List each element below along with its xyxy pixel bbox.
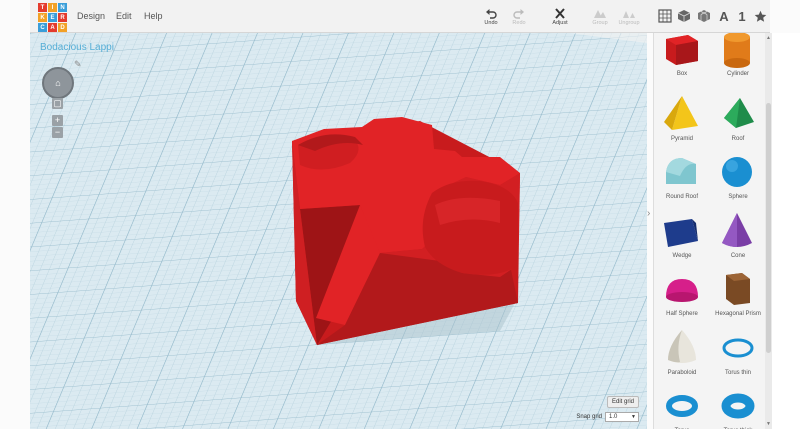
logo-letter: R: [58, 13, 67, 22]
shape-tile[interactable]: Half Sphere: [654, 267, 710, 326]
shape-label: Round Roof: [665, 194, 699, 200]
undo-label: Undo: [484, 20, 498, 26]
logo-letter: A: [48, 23, 57, 32]
page-margin: [772, 33, 800, 429]
ungroup-button[interactable]: Ungroup: [612, 8, 646, 26]
logo-letter: D: [58, 23, 67, 32]
redo-button[interactable]: Redo: [502, 8, 536, 26]
ungroup-label: Ungroup: [618, 20, 640, 26]
round-roof-icon: [666, 158, 696, 184]
shapes-scrollbar[interactable]: ▲ ▼: [765, 33, 772, 429]
shape-label: Box: [676, 71, 688, 77]
shape-label: Paraboloid: [667, 369, 697, 376]
menu-help[interactable]: Help: [144, 11, 163, 21]
adjust-icon: [555, 8, 565, 19]
adjust-button[interactable]: Adjust: [543, 8, 577, 26]
logo-letter: N: [58, 3, 67, 12]
logo-letter: E: [48, 13, 57, 22]
adjust-label: Adjust: [552, 20, 568, 26]
shape-label: Cylinder: [726, 71, 749, 77]
snap-grid-select[interactable]: 1.0: [605, 412, 639, 422]
half-sphere-icon: [666, 279, 698, 302]
star-icon: [754, 10, 766, 22]
edit-title-icon[interactable]: ✎: [74, 59, 82, 70]
grid-view-icon: [658, 9, 672, 23]
page-bottom: [0, 429, 800, 433]
shape-label: Cone: [730, 252, 746, 259]
logo-letter: T: [38, 3, 47, 12]
shape-label: Half Sphere: [666, 311, 698, 317]
shapes-grid: Box Cylinder Pyramid Roof Round Roof Sphere We…: [654, 33, 765, 429]
edit-grid-button[interactable]: Edit grid: [606, 396, 639, 408]
shape-tile[interactable]: Torus thick: [710, 384, 765, 429]
home-icon[interactable]: ⌂: [53, 78, 63, 88]
zoom-out-button[interactable]: −: [52, 127, 63, 138]
shape-label: Hexagonal Prism: [715, 311, 761, 317]
cylinder-icon: [724, 33, 750, 68]
shape-label: Torus thin: [724, 369, 751, 376]
wedge-icon: [664, 218, 698, 247]
number-tool-button[interactable]: 1: [734, 8, 750, 24]
favorites-button[interactable]: [752, 8, 768, 24]
group-icon: [594, 10, 606, 18]
view-perspective-button[interactable]: [696, 8, 712, 24]
shape-tile[interactable]: Box: [654, 33, 710, 92]
logo-letter: K: [38, 13, 47, 22]
snap-grid-label: Snap grid: [576, 414, 602, 420]
shape-label: Sphere: [728, 194, 748, 200]
box-icon: [666, 35, 698, 65]
shape-tile[interactable]: Roof: [710, 92, 765, 151]
top-toolbar: TINKERCAD Design Edit Help Undo Redo Adj…: [30, 0, 770, 33]
torus-icon: [666, 395, 698, 417]
menu-edit[interactable]: Edit: [116, 11, 132, 21]
paraboloid-icon: [668, 329, 696, 363]
snap-grid-control: Snap grid 1.0: [576, 412, 639, 422]
menu-design[interactable]: Design: [77, 11, 105, 21]
ungroup-icon: [623, 11, 635, 18]
redo-icon: [513, 9, 524, 19]
tinkercad-app: TINKERCAD Design Edit Help Undo Redo Adj…: [0, 0, 800, 433]
scroll-down-icon[interactable]: ▼: [765, 421, 772, 427]
cone-icon: [722, 212, 752, 247]
sphere-icon: [722, 157, 752, 187]
shape-tile[interactable]: Wedge: [654, 209, 710, 268]
torus-thick-icon: [721, 393, 755, 419]
red-3d-object[interactable]: [30, 33, 647, 429]
zoom-in-button[interactable]: +: [52, 115, 63, 126]
torus-thin-icon: [722, 338, 754, 357]
logo-letter: C: [38, 23, 47, 32]
shape-tile[interactable]: Cone: [710, 209, 765, 268]
text-tool-button[interactable]: A: [716, 8, 732, 24]
scrollbar-thumb[interactable]: [766, 103, 771, 353]
tinkercad-logo[interactable]: TIN KER CAD: [38, 3, 67, 32]
view-box-button[interactable]: [676, 8, 692, 24]
3d-workplane[interactable]: Bodacious Lappi ✎ ⌂ ▢ + − Edit grid Snap…: [30, 33, 647, 429]
roof-icon: [724, 97, 754, 128]
shape-tile[interactable]: Hexagonal Prism: [710, 267, 765, 326]
hexagonal-prism-icon: [726, 273, 750, 305]
view-orbit-control[interactable]: ⌂: [42, 67, 74, 99]
shape-tile[interactable]: Paraboloid: [654, 326, 710, 385]
box-view-icon: [677, 10, 691, 22]
undo-icon: [486, 9, 497, 19]
logo-letter: I: [48, 3, 57, 12]
perspective-view-icon: [698, 10, 710, 22]
group-label: Group: [592, 20, 608, 26]
shape-label: Roof: [731, 135, 745, 142]
shape-tile[interactable]: Round Roof: [654, 150, 710, 209]
shapes-panel: Box Cylinder Pyramid Roof Round Roof Sphere We…: [653, 33, 765, 429]
design-title[interactable]: Bodacious Lappi: [40, 42, 114, 53]
shape-tile[interactable]: Torus: [654, 384, 710, 429]
redo-label: Redo: [512, 20, 526, 26]
shape-tile[interactable]: Pyramid: [654, 92, 710, 151]
fit-view-button[interactable]: ▢: [52, 98, 63, 109]
shape-tile[interactable]: Sphere: [710, 150, 765, 209]
scroll-up-icon[interactable]: ▲: [765, 35, 772, 41]
shape-tile[interactable]: Cylinder: [710, 33, 765, 92]
shape-label: Pyramid: [670, 135, 693, 142]
shape-label: Wedge: [672, 252, 692, 259]
shape-tile[interactable]: Torus thin: [710, 326, 765, 385]
view-workplane-button[interactable]: [657, 8, 673, 24]
pyramid-icon: [664, 95, 698, 130]
